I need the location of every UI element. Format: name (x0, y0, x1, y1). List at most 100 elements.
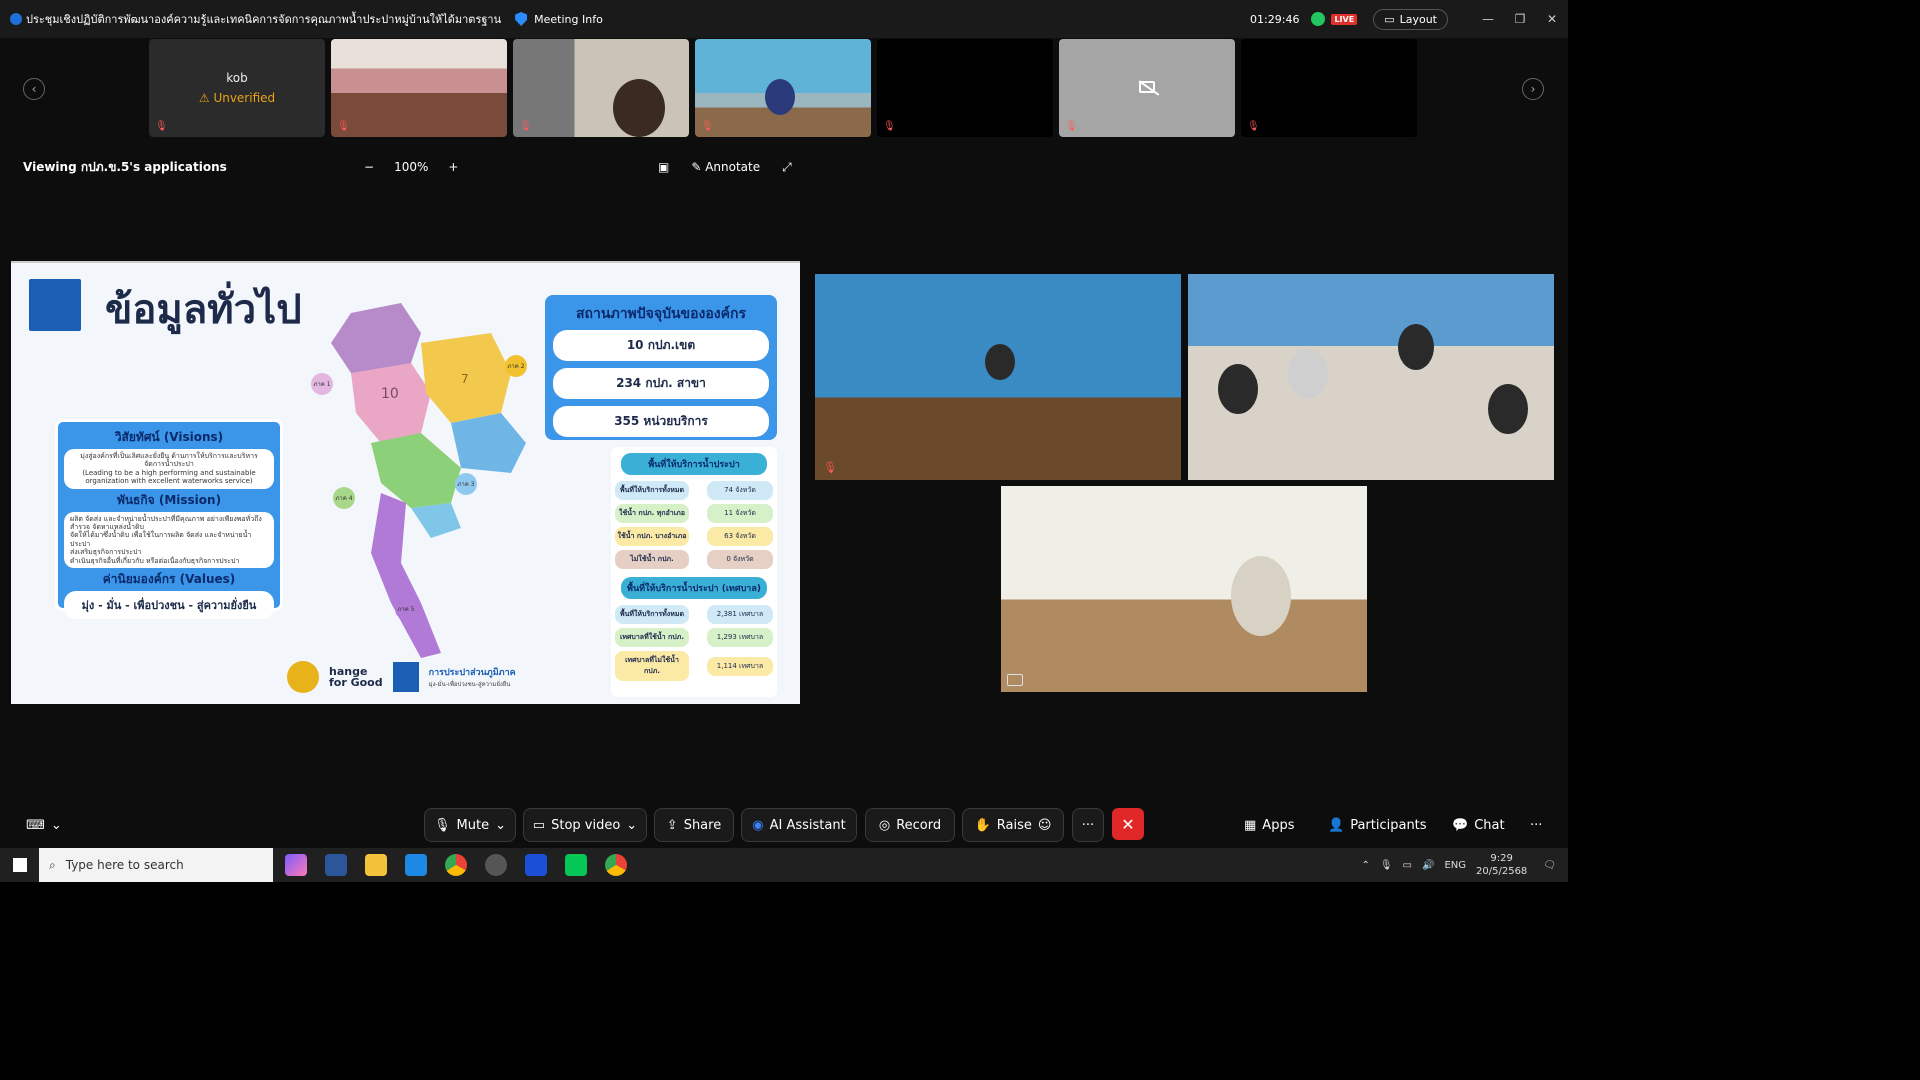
file-explorer-icon[interactable] (365, 854, 387, 876)
shield-icon[interactable] (515, 12, 528, 26)
fullscreen-icon[interactable]: ⤢ (782, 160, 792, 175)
remote-control-icon[interactable]: ▣ (658, 160, 669, 174)
participant-tile-office[interactable]: 🎙 (695, 39, 871, 137)
restore-icon[interactable]: ❐ (1504, 12, 1536, 26)
more-icon[interactable]: ··· (1530, 808, 1542, 842)
participants-button[interactable]: 👤 Participants (1328, 808, 1427, 842)
network-icon[interactable]: ▭ (1403, 860, 1412, 871)
video-tile-office-woman[interactable] (1001, 486, 1367, 692)
row-label: เทศบาลที่ไม่ใช้น้ำ กปภ. (615, 651, 689, 681)
pwa-logo-icon (29, 279, 81, 331)
stop-video-label: Stop video (551, 817, 621, 833)
minimize-icon[interactable]: — (1472, 12, 1504, 26)
clock-time: 9:29 (1490, 853, 1513, 864)
record-button[interactable]: ◎ Record (865, 808, 955, 842)
participant-figure (1398, 324, 1434, 370)
copilot-icon[interactable] (285, 854, 307, 876)
title-bar: ประชุมเชิงปฏิบัติการพัฒนาองค์ความรู้และเ… (0, 0, 1568, 38)
layout-icon: ▭ (1384, 12, 1395, 26)
row-label: ไม่ใช้น้ำ กปภ. (615, 550, 689, 569)
zoom-app-icon[interactable] (525, 854, 547, 876)
participant-tile-black[interactable]: 🎙 (877, 39, 1053, 137)
share-button[interactable]: ⇪ Share (654, 808, 734, 842)
chevron-down-icon: ⌄ (495, 817, 506, 833)
close-icon[interactable]: ✕ (1536, 12, 1568, 26)
ai-assistant-label: AI Assistant (769, 817, 846, 833)
participant-strip: ‹ kob ⚠ Unverified 🎙 🎙 🎙 🎙 🎙 🎙 🎙 › (0, 38, 1568, 138)
volume-icon[interactable]: 🔊 (1422, 860, 1434, 871)
participant-tile-kob[interactable]: kob ⚠ Unverified 🎙 (149, 39, 325, 137)
participant-figure (1488, 384, 1528, 434)
apps-button[interactable]: ▦ Apps (1244, 808, 1294, 842)
end-meeting-button[interactable]: ✕ (1112, 808, 1144, 840)
chrome-icon[interactable] (445, 854, 467, 876)
status-item: 234 กปภ. สาขา (553, 368, 769, 399)
video-tile-conference-table[interactable] (1188, 274, 1554, 480)
shared-screen-slide: ข้อมูลทั่วไป 10 7 ภาค 1 ภาค 2 ภาค 3 ภาค … (11, 261, 800, 704)
participant-face (613, 79, 665, 137)
language-indicator[interactable]: ENG (1444, 860, 1466, 871)
settings-gear-icon[interactable] (485, 854, 507, 876)
muted-mic-icon: 🎙 (519, 121, 532, 132)
taskbar-search-box[interactable]: ⌕ Type here to search (39, 848, 273, 882)
apps-icon: ▦ (1244, 817, 1257, 833)
chat-button[interactable]: 💬 Chat (1452, 808, 1505, 842)
line-app-icon[interactable] (565, 854, 587, 876)
reactions-icon: ☺ (1037, 817, 1052, 833)
captions-button[interactable]: ⌨ ⌄ (22, 808, 66, 842)
live-badge[interactable]: LIVE (1331, 13, 1358, 25)
row-value: 1,293 เทศบาล (707, 628, 773, 647)
close-icon: ✕ (1121, 814, 1135, 834)
participant-tile-black-2[interactable]: 🎙 (1241, 39, 1417, 137)
ai-assistant-button[interactable]: ◉ AI Assistant (741, 808, 857, 842)
strip-next-arrow-icon[interactable]: › (1522, 78, 1544, 100)
app-icon[interactable] (405, 854, 427, 876)
chrome-icon-2[interactable] (605, 854, 627, 876)
strip-prev-arrow-icon[interactable]: ‹ (23, 78, 45, 100)
annotate-button[interactable]: ✎ Annotate (691, 160, 760, 174)
meeting-timer: 01:29:46 (1250, 12, 1300, 26)
zoom-level: 100% (394, 160, 429, 174)
record-label: Record (896, 817, 942, 833)
chat-label: Chat (1474, 817, 1505, 833)
stop-video-button[interactable]: ▭ Stop video ⌄ (523, 808, 647, 842)
participants-icon: 👤 (1328, 817, 1345, 833)
mute-button[interactable]: 🎙 Mute ⌄ (424, 808, 516, 842)
record-icon: ◎ (878, 817, 891, 833)
word-icon[interactable] (325, 854, 347, 876)
region-badge-3: ภาค 3 (455, 473, 477, 495)
service-area-box: พื้นที่ให้บริการน้ำประปา พื้นที่ให้บริกา… (611, 447, 777, 697)
taskbar-clock[interactable]: 9:29 20/5/2568 (1476, 852, 1527, 878)
video-off-icon (1139, 81, 1155, 93)
zoom-window: ประชุมเชิงปฏิบัติการพัฒนาองค์ความรู้และเ… (0, 0, 1568, 882)
map-region-east (411, 503, 461, 538)
app-logo-icon (10, 13, 22, 25)
vision-heading: วิสัยทัศน์ (Visions) (114, 430, 224, 444)
raise-hand-button[interactable]: ✋ Raise ☺ (962, 808, 1064, 842)
region-badge-1: ภาค 1 (311, 373, 333, 395)
camera-icon (1007, 674, 1023, 686)
participant-tile-woman[interactable]: 🎙 (513, 39, 689, 137)
muted-mic-icon: 🎙 (1247, 121, 1260, 132)
windows-start-icon[interactable] (13, 858, 27, 872)
meeting-info-button[interactable]: Meeting Info (534, 13, 603, 26)
mission-heading: พันธกิจ (Mission) (116, 492, 222, 507)
notifications-icon[interactable]: 🗨 (1543, 860, 1556, 871)
service-area-row: พื้นที่ให้บริการทั้งหมด 2,381 เทศบาล (615, 605, 773, 624)
values-text: มุ่ง - มั่น - เพื่อปวงชน - สู่ความยั่งยื… (64, 590, 274, 619)
video-tile-rayong-room[interactable]: 🎙 (815, 274, 1181, 480)
layout-button[interactable]: ▭ Layout (1373, 8, 1448, 30)
connection-icon[interactable] (1311, 12, 1326, 26)
annotate-controls: ▣ ✎ Annotate ⤢ (658, 160, 792, 175)
zoom-in-icon[interactable]: + (448, 160, 458, 174)
chevron-up-icon[interactable]: ⌃ (1361, 860, 1369, 871)
participants-label: Participants (1350, 817, 1427, 833)
muted-mic-icon: 🎙 (1065, 121, 1078, 132)
participant-tile-meeting-room[interactable]: 🎙 (331, 39, 507, 137)
more-options-button[interactable]: ··· (1072, 808, 1104, 842)
zoom-out-icon[interactable]: − (364, 160, 374, 174)
participant-tile-video-off[interactable]: 🎙 (1059, 39, 1235, 137)
microphone-tray-icon[interactable]: 🎙 (1380, 860, 1393, 871)
change-for-good-logo: hange for Good (329, 665, 383, 689)
service-area-row: ใช้น้ำ กปภ. ทุกอำเภอ 11 จังหวัด (615, 504, 773, 523)
